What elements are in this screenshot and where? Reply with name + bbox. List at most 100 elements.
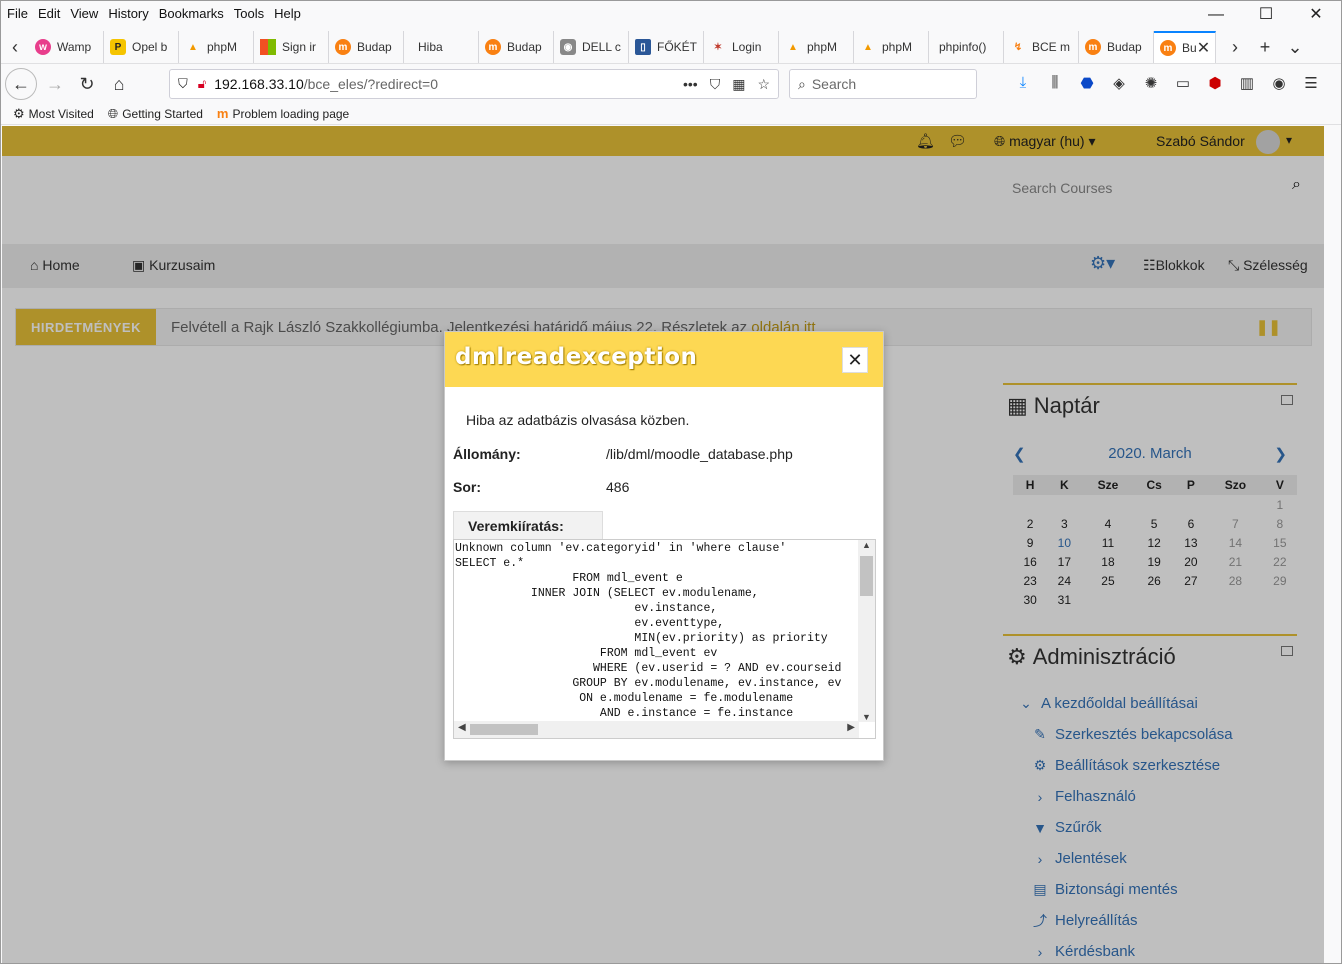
menu-bookmarks[interactable]: Bookmarks [159, 6, 224, 21]
tab-label: BCE m [1032, 40, 1071, 54]
close-tab-icon[interactable]: ✕ [1197, 38, 1210, 58]
bookmark-problem-loading[interactable]: m Problem loading page [217, 106, 349, 121]
moodle-icon: m [1160, 40, 1176, 56]
dialog-title: dmlreadexception [455, 344, 698, 370]
scroll-right-icon[interactable]: ▶ [847, 722, 855, 733]
bookmark-star-icon[interactable]: ☆ [757, 76, 770, 93]
qr-code-icon[interactable]: ▦ [732, 76, 745, 93]
barcode-icon[interactable]: ▥ [1237, 74, 1257, 92]
page-actions-icon[interactable]: ••• [683, 76, 698, 93]
tab-label: Wamp [57, 40, 92, 54]
url-host: 192.168.33.10 [214, 76, 304, 92]
scroll-thumb[interactable] [470, 724, 538, 735]
tab-strip: ‹ w Wamp P Opel b ▲ phpM Sign ir m Budap Hib… [1, 31, 1341, 63]
bookmark-most-visited[interactable]: ⚙ Most Visited [13, 106, 94, 122]
forward-icon[interactable]: → [39, 68, 71, 100]
tab-label: FŐKÉT [657, 40, 698, 54]
bookmark-label: Most Visited [28, 106, 94, 121]
tab-label: Bu [1182, 41, 1197, 55]
library-icon[interactable]: ⫼ [1045, 74, 1065, 92]
window-controls: — ☐ ✕ [1191, 1, 1341, 29]
tab-label: phpM [807, 40, 838, 54]
account-icon[interactable]: ◉ [1269, 74, 1289, 92]
tab-label: Sign ir [282, 40, 317, 54]
hamburger-menu-icon[interactable]: ☰ [1301, 74, 1321, 92]
menu-edit[interactable]: Edit [38, 6, 60, 21]
tab-label: phpinfo() [939, 40, 987, 54]
tab[interactable]: m Budap [479, 31, 554, 63]
maximize-icon[interactable]: ☐ [1241, 1, 1291, 29]
menu-view[interactable]: View [70, 6, 98, 21]
moodle-icon: m [1085, 39, 1101, 55]
document-icon: ▯ [635, 39, 651, 55]
globe-icon: 🌐︎ [107, 105, 119, 121]
url-bar[interactable]: ⛉ 🔓︎ 192.168.33.10/bce_eles/?redirect=0 … [169, 69, 779, 99]
extension-gear-icon[interactable]: ✺ [1141, 74, 1161, 92]
tab[interactable]: ✶ Login [704, 31, 779, 63]
pocket-icon[interactable]: ⛉ [710, 76, 721, 93]
error-dialog: dmlreadexception ✕ Hiba az adatbázis olv… [444, 331, 884, 761]
dialog-header: dmlreadexception ✕ [445, 332, 883, 387]
vertical-scrollbar[interactable]: ▲ ▼ [858, 540, 875, 722]
list-tabs-icon[interactable]: ⌄ [1280, 37, 1310, 58]
close-icon[interactable]: ✕ [842, 347, 868, 373]
tab[interactable]: P Opel b [104, 31, 179, 63]
tab-scroll-left-icon[interactable]: ‹ [1, 37, 29, 58]
bookmark-label: Getting Started [122, 106, 203, 121]
navigation-toolbar: ← → ↻ ⌂ ⛉ 🔓︎ 192.168.33.10/bce_eles/?red… [1, 63, 1341, 103]
browser-window: File Edit View History Bookmarks Tools H… [0, 0, 1342, 964]
shield-icon[interactable]: ⛉ [178, 76, 188, 92]
moodle-icon: m [485, 39, 501, 55]
scroll-thumb[interactable] [860, 556, 873, 596]
new-tab-icon[interactable]: + [1250, 37, 1280, 58]
scroll-left-icon[interactable]: ◀ [458, 722, 466, 733]
phpmyadmin-icon: ▲ [863, 41, 873, 53]
tab[interactable]: ▲ phpM [179, 31, 254, 63]
tab[interactable]: w Wamp [29, 31, 104, 63]
download-icon[interactable]: ⤓ [1013, 74, 1033, 92]
reload-icon[interactable]: ↻ [71, 68, 103, 100]
home-icon[interactable]: ⌂ [103, 68, 135, 100]
url-actions: ••• ⛉ ▦ ☆ [683, 76, 770, 93]
tab[interactable]: ◉ DELL c [554, 31, 629, 63]
minimize-icon[interactable]: — [1191, 1, 1241, 29]
moodle-icon: m [216, 106, 229, 121]
tab[interactable]: ▯ FŐKÉT [629, 31, 704, 63]
tab-label: phpM [207, 40, 238, 54]
phpmyadmin-icon: ▲ [788, 41, 798, 53]
tab[interactable]: Sign ir [254, 31, 329, 63]
tab[interactable]: m Budap [329, 31, 404, 63]
stack-trace-box[interactable]: Unknown column 'ev.categoryid' in 'where… [453, 539, 876, 739]
menu-tools[interactable]: Tools [234, 6, 264, 21]
tab-active[interactable]: m Bu ✕ [1154, 31, 1216, 63]
menu-history[interactable]: History [108, 6, 148, 21]
tab[interactable]: ↯ BCE m [1004, 31, 1079, 63]
search-bar[interactable]: ⌕ Search [789, 69, 977, 99]
wamp-icon: w [35, 39, 51, 55]
tab[interactable]: Hiba [404, 31, 479, 63]
scroll-down-icon[interactable]: ▼ [862, 712, 871, 722]
url-path: /bce_eles/?redirect=0 [303, 76, 438, 92]
tab[interactable]: m Budap [1079, 31, 1154, 63]
tab[interactable]: phpinfo() [929, 31, 1004, 63]
reader-view-icon[interactable]: ▭ [1173, 74, 1193, 92]
file-label: Állomány: [453, 446, 521, 462]
menu-file[interactable]: File [7, 6, 28, 21]
tab[interactable]: ▲ phpM [854, 31, 929, 63]
toolbar-icons: ⤓ ⫼ ⬣ ◈ ✺ ▭ ⬢ ▥ ◉ ☰ [1013, 74, 1321, 92]
scroll-up-icon[interactable]: ▲ [862, 540, 871, 550]
bookmark-getting-started[interactable]: 🌐︎ Getting Started [108, 106, 203, 122]
stack-trace-text[interactable]: Unknown column 'ev.categoryid' in 'where… [454, 541, 859, 721]
tab[interactable]: ▲ phpM [779, 31, 854, 63]
tab-label: Opel b [132, 40, 168, 54]
tab-scroll-right-icon[interactable]: › [1220, 37, 1250, 58]
ip-extension-icon[interactable]: ⬣ [1077, 74, 1097, 92]
horizontal-scrollbar[interactable]: ◀ ▶ [454, 721, 859, 738]
adblock-icon[interactable]: ⬢ [1205, 74, 1225, 92]
back-icon[interactable]: ← [5, 68, 37, 100]
close-window-icon[interactable]: ✕ [1291, 1, 1341, 29]
insecure-lock-icon[interactable]: 🔓︎ [198, 76, 206, 92]
extension-icon[interactable]: ◈ [1109, 74, 1129, 92]
menu-help[interactable]: Help [274, 6, 301, 21]
microsoft-icon [260, 39, 276, 55]
